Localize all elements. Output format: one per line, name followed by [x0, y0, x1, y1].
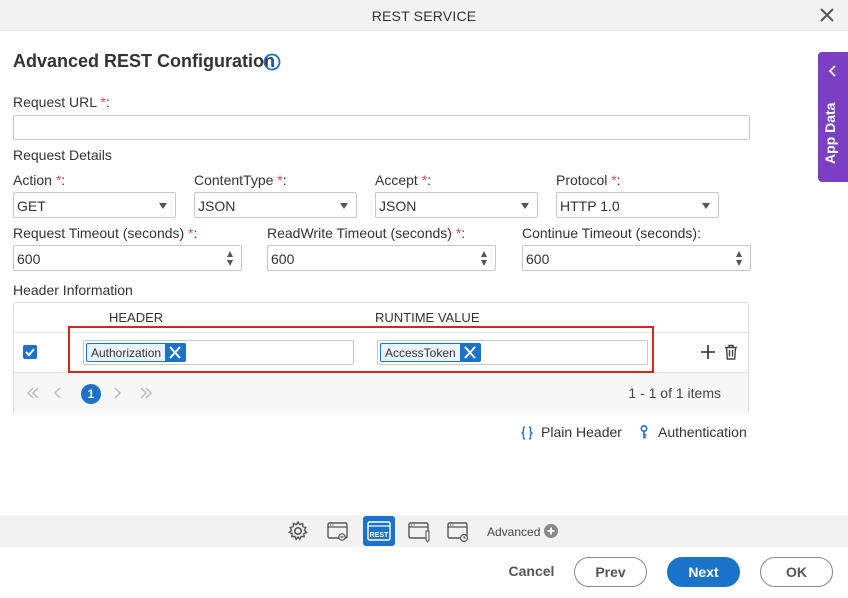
- rest-step-icon[interactable]: REST: [363, 516, 395, 546]
- pager-items-text: 1 - 1 of 1 items: [628, 385, 721, 401]
- accept-select[interactable]: JSON: [375, 192, 538, 218]
- readwrite-timeout-label: ReadWrite Timeout (seconds) *:: [267, 225, 466, 241]
- window-clock-icon[interactable]: [445, 518, 471, 544]
- first-page-icon[interactable]: [26, 386, 40, 400]
- step-toolbar: REST Advanced: [0, 515, 848, 547]
- action-label: Action *:: [13, 172, 66, 188]
- ok-button[interactable]: OK: [760, 557, 833, 587]
- app-data-label: App Data: [822, 102, 838, 164]
- app-data-tab[interactable]: App Data: [818, 52, 848, 182]
- next-page-icon[interactable]: [110, 386, 124, 400]
- trash-icon[interactable]: [723, 344, 739, 360]
- chevron-left-icon: [828, 65, 836, 77]
- last-page-icon[interactable]: [139, 386, 153, 400]
- column-header: HEADER: [109, 310, 164, 325]
- cancel-button[interactable]: Cancel: [498, 557, 565, 587]
- window-link-icon[interactable]: [325, 518, 351, 544]
- request-url-label: Request URL *:: [13, 94, 110, 110]
- spin-down-icon[interactable]: [227, 260, 233, 266]
- spin-down-icon[interactable]: [481, 260, 487, 266]
- rest-icon-text: REST: [370, 532, 389, 539]
- action-select[interactable]: GET: [13, 192, 176, 218]
- braces-icon: [521, 426, 533, 440]
- key-icon: [640, 425, 648, 439]
- grid-pager: 1 1 - 1 of 1 items: [14, 373, 748, 414]
- chevron-down-icon: [340, 203, 348, 209]
- window-title: REST SERVICE: [371, 8, 477, 24]
- spin-up-icon[interactable]: [736, 251, 742, 257]
- gear-icon[interactable]: [285, 518, 311, 544]
- spin-down-icon[interactable]: [736, 260, 742, 266]
- chevron-down-icon: [159, 203, 167, 209]
- protocol-select[interactable]: HTTP 1.0: [556, 192, 719, 218]
- prev-page-icon[interactable]: [51, 386, 65, 400]
- plain-header-link[interactable]: Plain Header: [541, 424, 622, 440]
- chevron-down-icon: [702, 203, 710, 209]
- current-page[interactable]: 1: [81, 384, 101, 404]
- rest-window-icon: REST: [367, 521, 391, 541]
- accept-label: Accept *:: [375, 172, 432, 188]
- advanced-label[interactable]: Advanced: [487, 525, 540, 539]
- request-url-input[interactable]: [13, 115, 750, 140]
- highlight-box: [68, 326, 654, 373]
- authentication-link[interactable]: Authentication: [658, 424, 747, 440]
- page-title: Advanced REST Configuration: [13, 51, 276, 71]
- add-icon[interactable]: [700, 344, 716, 360]
- continue-timeout-input[interactable]: 600: [522, 245, 751, 271]
- close-icon[interactable]: [818, 6, 836, 24]
- row-checkbox[interactable]: [23, 345, 37, 359]
- content-type-select[interactable]: JSON: [194, 192, 357, 218]
- request-timeout-label: Request Timeout (seconds) *:: [13, 225, 198, 241]
- request-details-title: Request Details: [13, 147, 112, 163]
- content-type-label: ContentType *:: [194, 172, 287, 188]
- protocol-label: Protocol *:: [556, 172, 621, 188]
- spin-up-icon[interactable]: [227, 251, 233, 257]
- next-button[interactable]: Next: [667, 557, 740, 587]
- chevron-down-icon: [521, 203, 529, 209]
- readwrite-timeout-input[interactable]: 600: [267, 245, 496, 271]
- prev-button[interactable]: Prev: [574, 557, 647, 587]
- plus-circle-icon[interactable]: [544, 524, 558, 538]
- spin-up-icon[interactable]: [481, 251, 487, 257]
- continue-timeout-label: Continue Timeout (seconds):: [522, 225, 701, 241]
- column-runtime-value: RUNTIME VALUE: [375, 310, 480, 325]
- info-icon[interactable]: [263, 53, 281, 71]
- title-bar: REST SERVICE: [0, 0, 848, 31]
- header-info-title: Header Information: [13, 282, 133, 298]
- window-edit-icon[interactable]: [406, 518, 432, 544]
- request-timeout-input[interactable]: 600: [13, 245, 242, 271]
